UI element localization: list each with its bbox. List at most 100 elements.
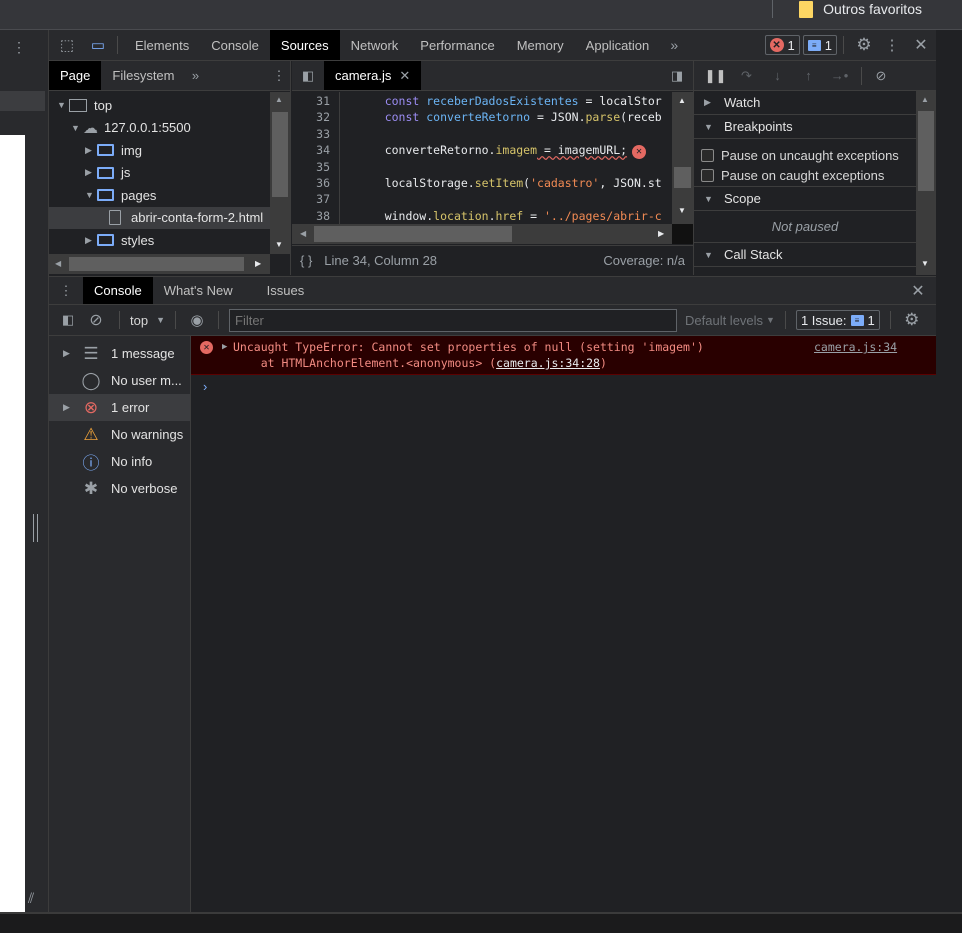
console-sidebar-item[interactable]: ▶ ☰ 1 message [49, 340, 190, 367]
console-sidebar-item[interactable]: ✱ No verbose [49, 475, 190, 502]
expand-triangle-icon[interactable]: ▶ [63, 348, 71, 359]
page-more-icon[interactable]: ⋮ [12, 39, 26, 56]
error-count-badge[interactable]: ✕ 1 [764, 35, 800, 55]
step-out-icon[interactable]: ↑ [793, 68, 824, 83]
tree-item[interactable]: abrir-conta-form-2.html [49, 206, 270, 229]
more-tabs-icon[interactable]: » [660, 37, 688, 53]
pause-caught-checkbox[interactable]: Pause on caught exceptions [701, 165, 916, 185]
expand-triangle-icon[interactable]: ▶ [85, 235, 97, 246]
breakpoints-section[interactable]: ▼ Breakpoints [694, 115, 916, 139]
console-prompt[interactable]: › [191, 375, 936, 394]
expand-triangle-icon[interactable]: ▶ [85, 145, 97, 156]
tab-console[interactable]: Console [200, 30, 270, 60]
expand-triangle-icon[interactable]: ▶ [222, 342, 227, 352]
scope-section[interactable]: ▼ Scope [694, 187, 916, 211]
expand-triangle-icon[interactable]: ▼ [85, 190, 97, 200]
show-sidebar-icon[interactable]: ◧ [57, 312, 79, 328]
error-source-link[interactable]: camera.js:34 [814, 340, 897, 354]
console-sidebar-item[interactable]: ▶ ⊗ 1 error [49, 394, 190, 421]
settings-gear-icon[interactable]: ⚙ [850, 35, 878, 55]
watch-section[interactable]: ▶ Watch [694, 91, 916, 115]
line-number[interactable]: 36 [292, 176, 335, 192]
tab-network[interactable]: Network [340, 30, 410, 60]
code-line[interactable]: 36 localStorage.setItem('cadastro', JSON… [292, 176, 672, 192]
more-options-icon[interactable]: ⋮ [878, 36, 906, 54]
code-line[interactable]: 34 converteRetorno.imagem = imagemURL; ✕ [292, 143, 672, 159]
pretty-print-icon[interactable]: { } [300, 253, 312, 268]
resize-grip-icon[interactable]: ⫽ [28, 890, 34, 907]
tree-item[interactable]: ▼ top [49, 94, 270, 117]
console-filter-input[interactable] [229, 308, 677, 332]
console-settings-icon[interactable]: ⚙ [901, 310, 923, 330]
toggle-debugger-icon[interactable]: ◨ [661, 68, 693, 84]
context-selector[interactable]: top ▼ [130, 313, 165, 328]
editor-vertical-scrollbar[interactable]: ▲ ▼ [672, 92, 693, 224]
toggle-navigator-icon[interactable]: ◧ [292, 68, 324, 84]
tab-elements[interactable]: Elements [124, 30, 200, 60]
tab-performance[interactable]: Performance [409, 30, 505, 60]
navigator-vertical-scrollbar[interactable]: ▲ ▼ [270, 92, 290, 254]
error-marker-icon[interactable]: ✕ [632, 144, 647, 159]
inspect-element-icon[interactable]: ⬚ [49, 36, 85, 54]
step-icon[interactable]: →• [824, 68, 855, 83]
tree-item[interactable]: ▶ js [49, 162, 270, 185]
drawer-tab-issues[interactable]: Issues [256, 277, 316, 304]
expand-triangle-icon[interactable]: ▶ [63, 402, 71, 413]
tree-item[interactable]: ▶ img [49, 139, 270, 162]
debugger-scrollbar[interactable]: ▲ ▼ [916, 91, 936, 275]
line-number[interactable]: 33 [292, 127, 335, 143]
tree-item[interactable]: ▼ ☁ 127.0.0.1:5500 [49, 117, 270, 140]
tab-application[interactable]: Application [575, 30, 661, 60]
code-line[interactable]: 33 [292, 127, 672, 143]
code-line[interactable]: 32 const converteRetorno = JSON.parse(re… [292, 110, 672, 126]
code-line[interactable]: 35 [292, 160, 672, 176]
message-count-badge[interactable]: ≡ 1 [802, 35, 837, 55]
tab-filesystem[interactable]: Filesystem [101, 61, 185, 90]
tree-item[interactable]: ▶ styles [49, 229, 270, 252]
close-devtools-icon[interactable]: ✕ [906, 35, 936, 55]
line-number[interactable]: 32 [292, 110, 335, 126]
code-line[interactable]: 31 const receberDadosExistentes = localS… [292, 94, 672, 110]
pause-icon[interactable]: ❚❚ [700, 68, 731, 84]
code-line[interactable]: 38 window.location.href = '../pages/abri… [292, 209, 672, 224]
expand-triangle-icon[interactable]: ▶ [85, 167, 97, 178]
devtools-resize-handle[interactable] [33, 514, 38, 542]
editor-horizontal-scrollbar[interactable]: ◀ ▶ [292, 224, 672, 244]
expand-triangle-icon[interactable]: ▼ [57, 100, 69, 110]
step-into-icon[interactable]: ↓ [762, 68, 793, 83]
tab-memory[interactable]: Memory [506, 30, 575, 60]
console-sidebar-item[interactable]: ⓘ No info [49, 448, 190, 475]
expand-triangle-icon[interactable]: ▼ [71, 123, 83, 133]
close-drawer-icon[interactable]: ✕ [900, 281, 936, 301]
line-number[interactable]: 35 [292, 160, 335, 176]
device-toolbar-icon[interactable]: ▭ [85, 36, 111, 54]
file-tab-camera-js[interactable]: camera.js ✕ [324, 61, 422, 90]
console-sidebar-item[interactable]: ⚠ No warnings [49, 421, 190, 448]
deactivate-breakpoints-icon[interactable]: ⊘ [868, 68, 894, 84]
line-number[interactable]: 37 [292, 192, 335, 208]
navigator-menu-icon[interactable]: ⋮ [268, 68, 290, 84]
bookmark-folder-outros-favoritos[interactable]: Outros favoritos [799, 0, 922, 18]
call-stack-section[interactable]: ▼ Call Stack [694, 243, 916, 267]
pause-uncaught-checkbox[interactable]: Pause on uncaught exceptions [701, 145, 916, 165]
issues-button[interactable]: 1 Issue: ≡ 1 [795, 310, 880, 330]
step-over-icon[interactable]: ↷ [731, 68, 762, 84]
navigator-horizontal-scrollbar[interactable]: ◀ ▶ [49, 254, 270, 274]
code-line[interactable]: 37 [292, 192, 672, 208]
drawer-tab-console[interactable]: Console [83, 277, 153, 304]
console-sidebar-item[interactable]: ◯ No user m... [49, 367, 190, 394]
line-number[interactable]: 34 [292, 143, 335, 159]
drawer-menu-icon[interactable]: ⋮ [49, 283, 83, 299]
clear-console-icon[interactable]: ⊘ [83, 310, 109, 330]
live-expression-eye-icon[interactable]: ◉ [186, 311, 208, 329]
tab-sources[interactable]: Sources [269, 30, 340, 60]
line-number[interactable]: 31 [292, 94, 335, 110]
tab-page[interactable]: Page [49, 61, 102, 90]
stack-source-link[interactable]: camera.js:34:28 [496, 356, 600, 370]
line-number[interactable]: 38 [292, 209, 335, 224]
tree-item[interactable]: ▼ pages [49, 184, 270, 207]
log-levels-dropdown[interactable]: Default levels ▼ [685, 313, 775, 328]
drawer-tab-what-s-new[interactable]: What's New [153, 277, 244, 304]
close-tab-icon[interactable]: ✕ [399, 68, 410, 84]
more-tabs-icon[interactable]: » [186, 68, 206, 83]
